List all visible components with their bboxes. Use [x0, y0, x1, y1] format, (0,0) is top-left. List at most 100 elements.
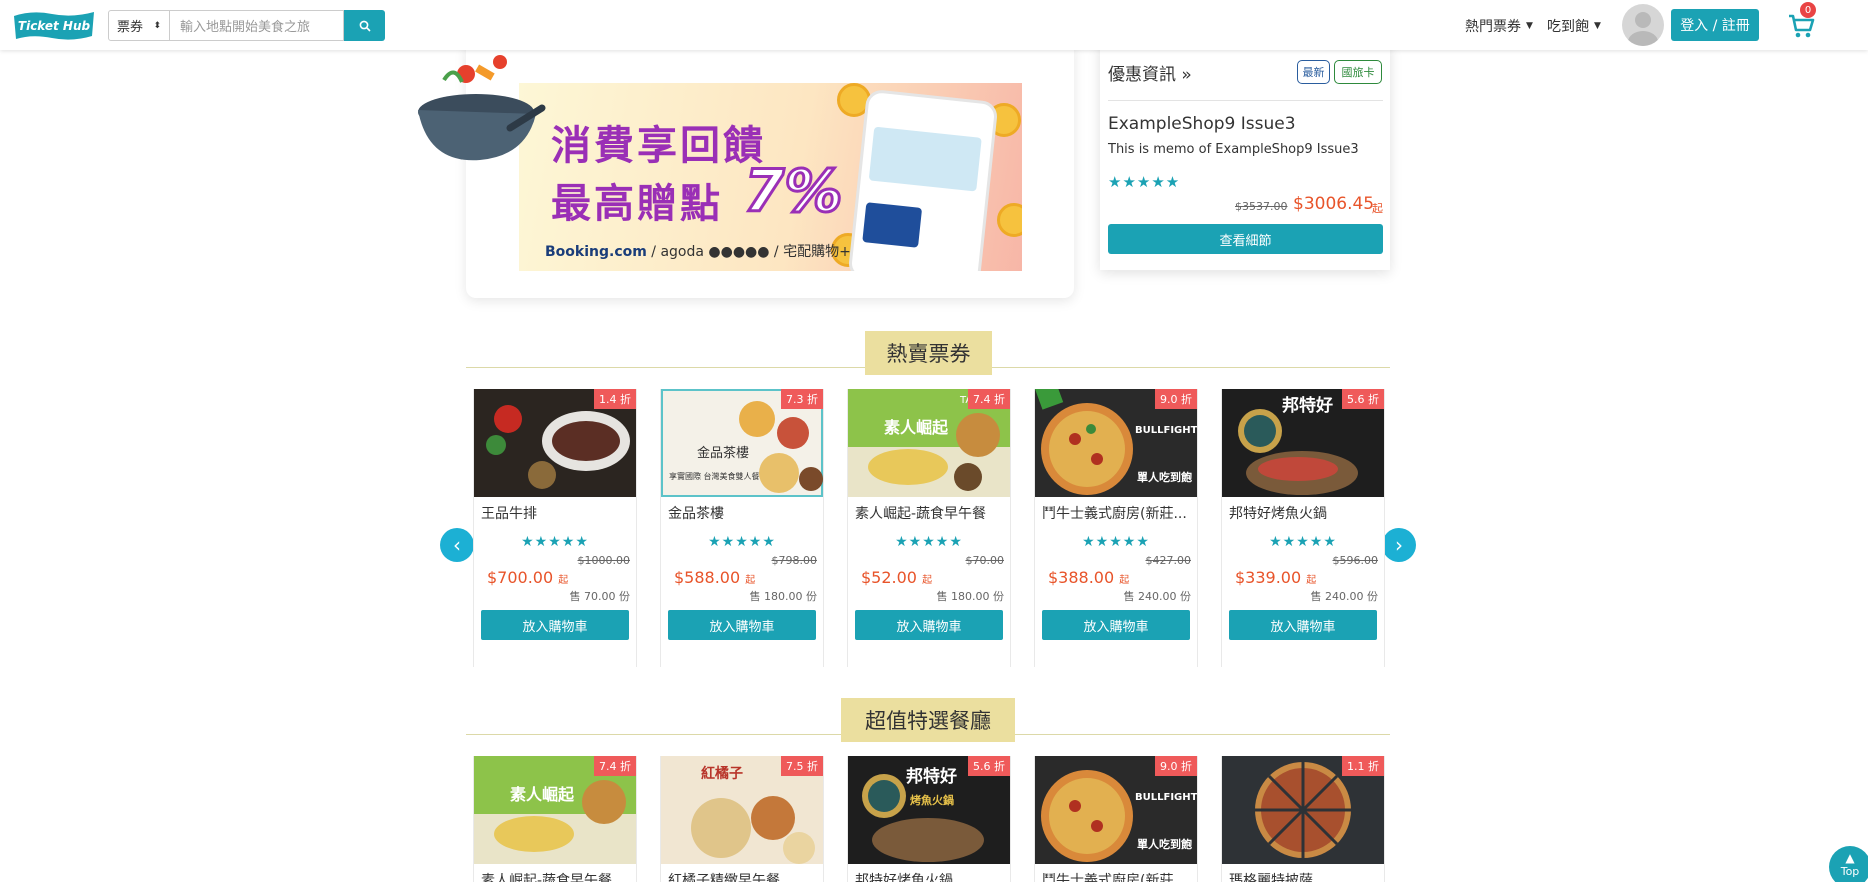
product-name[interactable]: 素人崛起-蔬食早午餐 [848, 497, 1010, 523]
svg-text:邦特好: 邦特好 [1282, 395, 1333, 416]
price-suffix: 起 [1372, 202, 1383, 215]
product-name[interactable]: 邦特好烤魚火鍋 [848, 864, 1010, 882]
sale-price: $700.00 起 [474, 568, 636, 587]
product-card[interactable]: 素人崛起 7.4 折 素人崛起-蔬食早午餐 [473, 756, 637, 882]
product-name[interactable]: 鬥牛士義式廚房(新莊... [1035, 497, 1197, 523]
product-name[interactable]: 邦特好烤魚火鍋 [1222, 497, 1384, 523]
rating-stars: ★★★★★ [1269, 534, 1337, 550]
svg-text:紅橘子: 紅橘子 [701, 765, 743, 782]
sale-price-value: $700.00 [487, 568, 554, 587]
banner-partners-rest: / agoda ●●●●● / 宅配購物+ [646, 244, 851, 260]
chevron-up-icon: ▲ [1845, 851, 1855, 865]
avatar[interactable] [1622, 4, 1664, 46]
original-price: $427.00 [1145, 554, 1192, 567]
original-price: $798.00 [771, 554, 818, 567]
svg-text:金品茶樓: 金品茶樓 [697, 445, 749, 461]
product-card[interactable]: 邦特好 烤魚火鍋 5.6 折 邦特好烤魚火鍋 [847, 756, 1011, 882]
product-image-margherita[interactable]: 1.1 折 [1222, 756, 1384, 864]
add-to-cart-button[interactable]: 放入購物車 [855, 610, 1003, 640]
product-card[interactable]: 金品茶樓 享實國際 台灣美食雙人餐 7.3 折 金品茶樓 ★★★★★ $798.… [660, 389, 824, 667]
ticket-hub-logo[interactable]: Ticket Hub [12, 8, 96, 42]
add-to-cart-button[interactable]: 放入購物車 [1229, 610, 1377, 640]
product-image-hongjuzi[interactable]: 紅橘子 7.5 折 [661, 756, 823, 864]
banner-partners: Booking.com / agoda ●●●●● / 宅配購物+ [545, 241, 851, 261]
original-price: $596.00 [1332, 554, 1379, 567]
product-image-bangte[interactable]: 邦特好 5.6 折 [1222, 389, 1384, 497]
promo-banner-image[interactable]: 消費享回饋 最高贈點 7% Booking.com / agoda ●●●●● … [519, 83, 1022, 271]
svg-text:單人吃到飽: 單人吃到飽 [1137, 470, 1192, 484]
search-category-value: 票券 [117, 20, 144, 35]
hot-tickets-dropdown[interactable]: 熱門票券 ▼ [1465, 16, 1533, 36]
user-icon [1628, 12, 1658, 46]
product-image-jinpin[interactable]: 金品茶樓 享實國際 台灣美食雙人餐 7.3 折 [661, 389, 823, 497]
chevron-down-icon: ▼ [1594, 21, 1601, 31]
svg-text:享實國際 台灣美食雙人餐: 享實國際 台灣美食雙人餐 [669, 471, 760, 481]
promo-shop-name: ExampleShop9 Issue3 [1108, 114, 1296, 134]
wok-illustration [418, 55, 546, 161]
tag-latest[interactable]: 最新 [1297, 60, 1330, 84]
add-to-cart-button[interactable]: 放入購物車 [1042, 610, 1190, 640]
sold-count: 售 180.00 份 [936, 590, 1004, 603]
svg-text:BULLFIGHT: BULLFIGHT [1135, 425, 1197, 436]
price-suffix: 起 [558, 575, 569, 586]
search-button[interactable] [344, 10, 385, 41]
sold-count: 售 180.00 份 [749, 590, 817, 603]
coin-decoration [997, 203, 1022, 237]
product-image-suren[interactable]: 素人崛起 TAKE 7.4 折 [848, 389, 1010, 497]
product-card[interactable]: 素人崛起 TAKE 7.4 折 素人崛起-蔬食早午餐 ★★★★★ $70.00 … [847, 389, 1011, 667]
select-caret-icon: ⬍ [153, 20, 161, 31]
buffet-dropdown[interactable]: 吃到飽 ▼ [1547, 16, 1601, 36]
search-placeholder: 輸入地點開始美食之旅 [180, 20, 311, 35]
product-card[interactable]: 邦特好 5.6 折 邦特好烤魚火鍋 ★★★★★ $596.00 $339.00 … [1221, 389, 1385, 667]
carousel-next-button[interactable]: › [1382, 528, 1416, 562]
discount-badge: 7.3 折 [781, 389, 823, 409]
discount-badge: 1.1 折 [1342, 756, 1384, 776]
tag-travel-card[interactable]: 國旅卡 [1334, 60, 1382, 84]
product-name[interactable]: 金品茶樓 [661, 497, 823, 523]
discount-badge: 7.4 折 [594, 756, 636, 776]
sale-price: $52.00 起 [848, 568, 1010, 587]
sale-price: $388.00 起 [1035, 568, 1197, 587]
phone-screen-logo [862, 202, 923, 248]
rating-stars: ★★★★★ [708, 534, 776, 550]
sale-price-value: $339.00 [1235, 568, 1302, 587]
product-image-bangte[interactable]: 邦特好 烤魚火鍋 5.6 折 [848, 756, 1010, 864]
product-name[interactable]: 鬥牛士義式廚房(新莊... [1035, 864, 1197, 882]
banner-headline-2: 最高贈點 [551, 181, 723, 227]
product-card[interactable]: 紅橘子 7.5 折 紅橘子精緻早午餐 [660, 756, 824, 882]
search-input[interactable]: 輸入地點開始美食之旅 [170, 10, 344, 41]
discount-badge: 5.6 折 [968, 756, 1010, 776]
original-price: $1000.00 [577, 554, 631, 567]
product-image-steak[interactable]: 1.4 折 [474, 389, 636, 497]
original-price: $3537.00 [1235, 200, 1288, 213]
product-image-bullfight[interactable]: BULLFIGHT 單人吃到飽 9.0 折 [1035, 389, 1197, 497]
product-card[interactable]: 1.4 折 王品牛排 ★★★★★ $1000.00 $700.00 起 售 70… [473, 389, 637, 667]
chevron-right-icon: › [1395, 533, 1403, 557]
sale-price: $588.00 起 [661, 568, 823, 587]
view-details-button[interactable]: 查看細節 [1108, 224, 1383, 254]
search-category-select[interactable]: 票券 ⬍ [108, 10, 170, 41]
booking-logo-text: Booking.com [545, 244, 647, 260]
carousel-prev-button[interactable]: ‹ [440, 528, 474, 562]
sold-count: 售 70.00 份 [569, 590, 630, 603]
product-image-suren[interactable]: 素人崛起 7.4 折 [474, 756, 636, 864]
product-card[interactable]: BULLFIGHT 單人吃到飽 9.0 折 鬥牛士義式廚房(新莊... [1034, 756, 1198, 882]
back-to-top-button[interactable]: ▲ Top [1829, 846, 1868, 882]
svg-text:邦特好: 邦特好 [906, 766, 957, 787]
product-name[interactable]: 王品牛排 [474, 497, 636, 523]
top-navbar: Ticket Hub 票券 ⬍ 輸入地點開始美食之旅 熱門票券 ▼ 吃到飽 ▼ … [0, 0, 1868, 50]
product-name[interactable]: 瑪格麗特披薩 [1222, 864, 1384, 882]
product-image-bullfight[interactable]: BULLFIGHT 單人吃到飽 9.0 折 [1035, 756, 1197, 864]
promo-title-link[interactable]: 優惠資訊 » [1108, 60, 1192, 85]
product-card[interactable]: BULLFIGHT 單人吃到飽 9.0 折 鬥牛士義式廚房(新莊... ★★★★… [1034, 389, 1198, 667]
login-register-button[interactable]: 登入 / 註冊 [1671, 9, 1759, 41]
price-suffix: 起 [1119, 575, 1130, 586]
product-card[interactable]: 1.1 折 瑪格麗特披薩 [1221, 756, 1385, 882]
svg-text:烤魚火鍋: 烤魚火鍋 [910, 793, 954, 807]
add-to-cart-button[interactable]: 放入購物車 [668, 610, 816, 640]
product-name[interactable]: 素人崛起-蔬食早午餐 [474, 864, 636, 882]
add-to-cart-button[interactable]: 放入購物車 [481, 610, 629, 640]
rating-stars: ★★★★★ [521, 534, 589, 550]
product-name[interactable]: 紅橘子精緻早午餐 [661, 864, 823, 882]
phone-screen-photo [868, 126, 982, 192]
